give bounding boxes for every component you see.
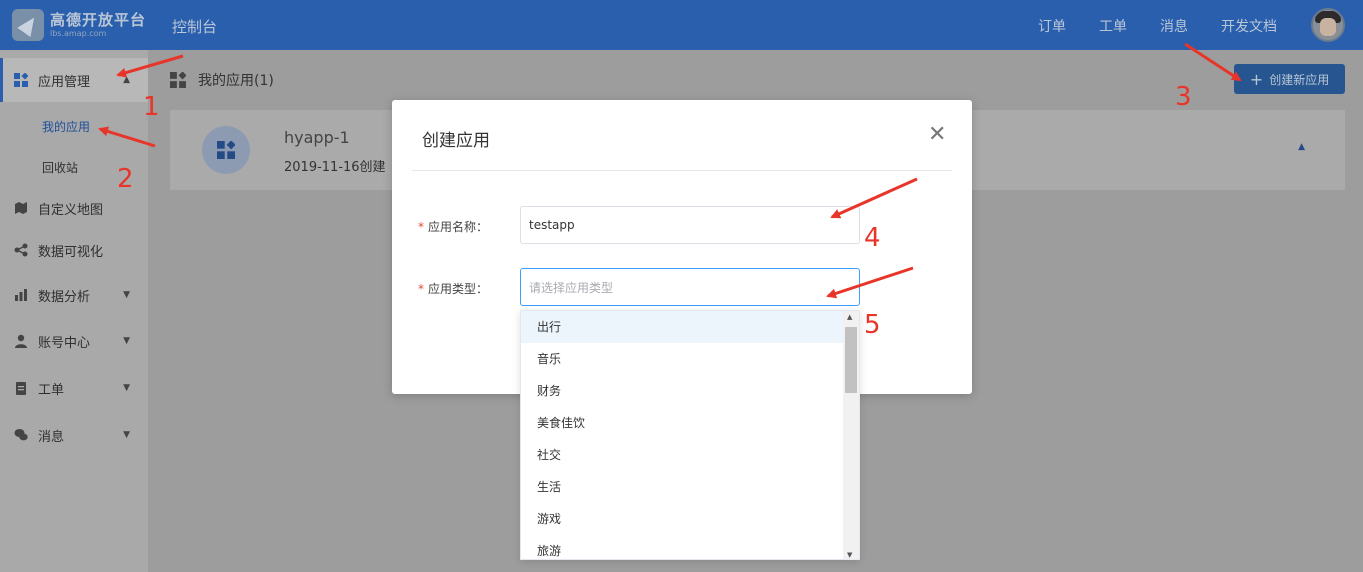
nav-orders[interactable]: 订单 [1038, 16, 1066, 36]
annotation-label-1: 1 [143, 92, 160, 122]
sidebar-item-label: 工单 [38, 382, 65, 398]
grid-icon [217, 141, 235, 159]
logo-title: 高德开放平台 [50, 10, 147, 29]
caret-up-icon: ▲ [123, 75, 130, 85]
annotation-label-5: 5 [864, 310, 881, 340]
sidebar: 应用管理 ▲ 我的应用 回收站 自定义地图 数据可视化 数据分析 ▼ 账号中心 … [0, 50, 148, 572]
top-bar: 高德开放平台 lbs.amap.com 控制台 订单 工单 消息 开发文档 [0, 0, 1363, 50]
chat-icon [14, 429, 28, 441]
logo-url: lbs.amap.com [50, 28, 107, 38]
nav-tickets[interactable]: 工单 [1099, 16, 1127, 36]
grid-icon [170, 72, 186, 88]
app-name-input[interactable]: testapp [520, 206, 860, 244]
dropdown-option[interactable]: 出行 [521, 311, 845, 343]
required-marker: * [418, 220, 424, 234]
sidebar-item-data-visualization[interactable]: 数据可视化 [0, 228, 148, 272]
sidebar-item-label: 数据可视化 [38, 244, 104, 260]
app-type-dropdown: 出行 音乐 财务 美食佳饮 社交 生活 游戏 旅游 ▲ ▼ [520, 310, 860, 560]
sidebar-item-label: 消息 [38, 429, 65, 445]
dropdown-option[interactable]: 游戏 [521, 503, 845, 535]
dropdown-scrollbar[interactable]: ▲ ▼ [843, 311, 859, 559]
create-app-button[interactable]: + 创建新应用 [1234, 64, 1345, 94]
caret-down-icon: ▼ [123, 290, 130, 300]
scroll-down-icon[interactable]: ▼ [847, 551, 852, 559]
sidebar-item-account-center[interactable]: 账号中心 ▼ [0, 319, 148, 363]
app-type-select[interactable]: 请选择应用类型 [520, 268, 860, 306]
sidebar-item-messages[interactable]: 消息 ▼ [0, 413, 148, 457]
app-name-value: testapp [529, 218, 575, 232]
app-type-placeholder: 请选择应用类型 [529, 280, 614, 295]
app-name-label: * 应用名称： [418, 220, 489, 234]
page-title: 我的应用(1) [170, 70, 274, 90]
sidebar-item-data-analysis[interactable]: 数据分析 ▼ [0, 273, 148, 317]
annotation-label-2: 2 [117, 164, 134, 194]
plus-icon: + [1249, 69, 1264, 89]
bar-chart-icon [15, 289, 27, 301]
avatar[interactable] [1311, 8, 1345, 42]
user-icon [15, 334, 27, 348]
create-app-label: 创建新应用 [1269, 72, 1330, 87]
sidebar-item-label: 账号中心 [38, 335, 91, 351]
app-created-date: 2019-11-16创建 [284, 160, 386, 175]
dropdown-option[interactable]: 社交 [521, 439, 845, 471]
sidebar-sub-recycle-bin[interactable]: 回收站 [42, 159, 78, 176]
sidebar-item-tickets[interactable]: 工单 ▼ [0, 366, 148, 410]
dropdown-option[interactable]: 财务 [521, 375, 845, 407]
close-icon[interactable]: ✕ [928, 124, 946, 146]
clipboard-icon [16, 382, 26, 395]
nav-messages[interactable]: 消息 [1160, 16, 1188, 36]
console-title[interactable]: 控制台 [172, 16, 217, 37]
logo[interactable]: 高德开放平台 lbs.amap.com [12, 9, 146, 41]
app-avatar [202, 126, 250, 174]
grid-icon [14, 73, 28, 87]
map-icon [15, 202, 27, 214]
app-type-label: * 应用类型： [418, 282, 489, 296]
top-nav: 订单 工单 消息 开发文档 [1038, 16, 1277, 36]
scrollbar-thumb[interactable] [845, 327, 857, 393]
caret-down-icon: ▼ [123, 336, 130, 346]
caret-down-icon: ▼ [123, 430, 130, 440]
logo-icon [12, 9, 44, 41]
app-name: hyapp-1 [284, 128, 350, 147]
dialog-title: 创建应用 [422, 131, 490, 151]
sidebar-item-app-management[interactable]: 应用管理 ▲ [0, 58, 148, 102]
scroll-up-icon[interactable]: ▲ [847, 313, 852, 321]
dropdown-option[interactable]: 旅游 [521, 535, 845, 559]
annotation-label-4: 4 [864, 223, 881, 253]
annotation-label-3: 3 [1175, 82, 1192, 112]
collapse-icon[interactable]: ▲ [1298, 142, 1305, 152]
required-marker: * [418, 282, 424, 296]
page-title-text: 我的应用(1) [198, 73, 274, 89]
sidebar-sub-my-apps[interactable]: 我的应用 [42, 118, 90, 135]
dropdown-option[interactable]: 音乐 [521, 343, 845, 375]
divider [412, 170, 952, 171]
caret-down-icon: ▼ [123, 383, 130, 393]
share-icon [14, 243, 28, 257]
avatar-face [1320, 18, 1336, 36]
dropdown-option[interactable]: 美食佳饮 [521, 407, 845, 439]
sidebar-item-label: 应用管理 [38, 74, 91, 90]
sidebar-item-label: 自定义地图 [38, 202, 104, 218]
dropdown-option[interactable]: 生活 [521, 471, 845, 503]
sidebar-item-label: 数据分析 [38, 289, 91, 305]
nav-docs[interactable]: 开发文档 [1221, 16, 1277, 36]
